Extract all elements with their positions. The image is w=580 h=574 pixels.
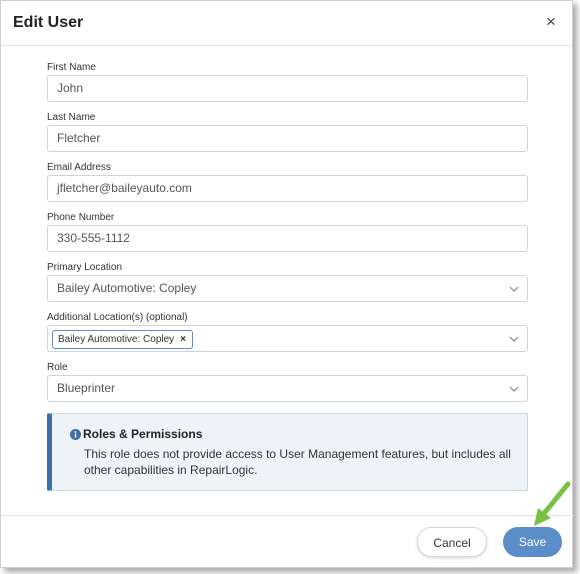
- email-input[interactable]: jfletcher@baileyauto.com: [47, 175, 528, 202]
- email-field: Email Address jfletcher@baileyauto.com: [47, 161, 528, 202]
- additional-locations-select[interactable]: Bailey Automotive: Copley ×: [47, 325, 528, 352]
- primary-location-label: Primary Location: [47, 262, 123, 273]
- primary-location-select[interactable]: Bailey Automotive: Copley: [47, 275, 528, 302]
- roles-permissions-info: Roles & Permissions This role does not p…: [47, 413, 528, 491]
- chevron-down-icon: [509, 286, 519, 292]
- phone-input[interactable]: 330-555-1112: [47, 225, 528, 252]
- info-body: This role does not provide access to Use…: [84, 447, 511, 477]
- last-name-label: Last Name: [47, 112, 96, 123]
- last-name-field: Last Name Fletcher: [47, 111, 528, 152]
- cancel-button[interactable]: Cancel: [417, 527, 487, 557]
- phone-field: Phone Number 330-555-1112: [47, 211, 528, 252]
- first-name-field: First Name John: [47, 61, 528, 102]
- role-field: Role Blueprinter: [47, 361, 528, 402]
- annotation-arrow-icon: [534, 481, 571, 526]
- additional-locations-label: Additional Location(s) (optional): [47, 312, 188, 323]
- last-name-input[interactable]: Fletcher: [47, 125, 528, 152]
- role-label: Role: [47, 362, 68, 373]
- role-select[interactable]: Blueprinter: [47, 375, 528, 402]
- info-title: Roles & Permissions: [70, 427, 202, 441]
- chip-remove-icon[interactable]: ×: [180, 334, 186, 345]
- phone-label: Phone Number: [47, 212, 115, 223]
- edit-user-form: First Name John Last Name Fletcher Email…: [47, 61, 528, 402]
- chevron-down-icon: [509, 336, 519, 342]
- close-icon[interactable]: ×: [542, 13, 560, 31]
- first-name-input[interactable]: John: [47, 75, 528, 102]
- info-title-text: Roles & Permissions: [83, 427, 203, 441]
- dialog-header: Edit User ×: [1, 1, 572, 46]
- email-label: Email Address: [47, 162, 111, 173]
- dialog-footer-divider: [1, 515, 574, 516]
- edit-user-dialog: Edit User × First Name John Last Name Fl…: [0, 0, 574, 568]
- additional-locations-field: Additional Location(s) (optional) Bailey…: [47, 311, 528, 352]
- info-icon: [70, 429, 81, 440]
- save-button[interactable]: Save: [503, 527, 562, 557]
- location-chip: Bailey Automotive: Copley ×: [52, 330, 194, 349]
- location-chip-label: Bailey Automotive: Copley: [58, 334, 175, 345]
- first-name-label: First Name: [47, 62, 96, 73]
- dialog-title: Edit User: [13, 14, 84, 31]
- primary-location-value: Bailey Automotive: Copley: [57, 281, 197, 295]
- primary-location-field: Primary Location Bailey Automotive: Copl…: [47, 261, 528, 302]
- role-value: Blueprinter: [57, 381, 116, 395]
- chevron-down-icon: [509, 386, 519, 392]
